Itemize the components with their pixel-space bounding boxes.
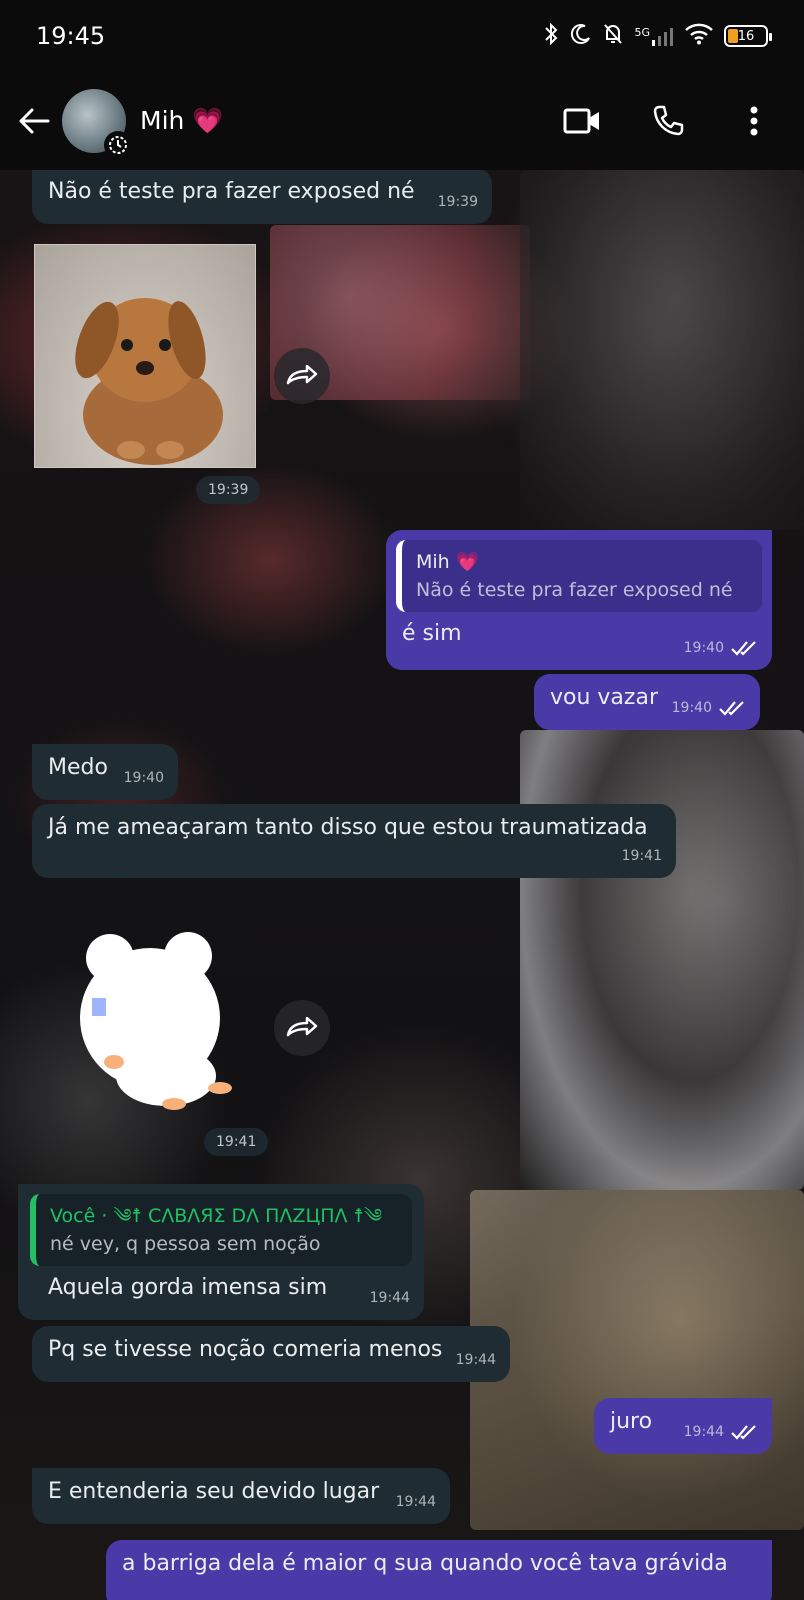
message-incoming[interactable]: Já me ameaçaram tanto disso que estou tr… — [32, 804, 676, 878]
chat-header: Mih 💗 — [0, 72, 804, 170]
message-time: 19:44 — [369, 1290, 410, 1306]
avatar[interactable] — [62, 89, 132, 159]
voice-call-icon[interactable] — [648, 101, 688, 141]
quoted-author: Você · ༄☨ CΛBΛЯΣ DΛ ПΛZЦПΛ ☨༄ — [50, 1205, 383, 1227]
message-text: Medo — [48, 755, 108, 780]
header-actions — [562, 101, 774, 141]
message-time-status: 19:40 — [684, 634, 758, 662]
quoted-author: Mih 💗 — [416, 551, 480, 573]
battery-level: 16 — [737, 28, 755, 44]
message-time: 19:44 — [395, 1494, 436, 1510]
puppy-sticker[interactable] — [34, 244, 256, 468]
message-text: Aquela gorda imensa sim — [48, 1275, 328, 1300]
message-time: 19:44 — [455, 1352, 496, 1368]
quoted-text: né vey, q pessoa sem noção — [50, 1233, 321, 1255]
status-ring-icon — [104, 131, 132, 159]
message-time: 19:40 — [123, 770, 164, 786]
message-time: 19:40 — [683, 640, 724, 656]
message-time: 19:41 — [621, 848, 662, 864]
wallpaper-player-photo-2 — [520, 730, 804, 1190]
video-call-icon[interactable] — [562, 101, 602, 141]
muted-bell-icon — [602, 22, 624, 51]
quoted-message[interactable]: Você · ༄☨ CΛBΛЯΣ DΛ ПΛZЦПΛ ☨༄ né vey, q … — [30, 1194, 412, 1266]
message-outgoing-reply[interactable]: Mih 💗 Não é teste pra fazer exposed né é… — [386, 530, 772, 670]
message-time-status: 19:40 — [672, 694, 746, 722]
message-text: Já me ameaçaram tanto disso que estou tr… — [48, 815, 648, 840]
message-outgoing[interactable]: juro 19:44 — [594, 1398, 772, 1454]
status-bar: 19:45 5G 16 — [0, 0, 804, 72]
read-ticks-icon — [719, 701, 744, 716]
sticker-time: 19:39 — [196, 476, 261, 504]
read-ticks-icon — [731, 1425, 756, 1440]
sticker-time: 19:41 — [204, 1128, 269, 1156]
message-text: E entenderia seu devido lugar — [48, 1479, 380, 1504]
back-arrow-icon[interactable] — [14, 101, 54, 141]
bluetooth-icon — [542, 22, 560, 51]
message-text: Pq se tivesse noção comeria menos — [48, 1337, 443, 1362]
wifi-icon — [684, 23, 714, 50]
status-icons: 5G 16 — [542, 22, 772, 51]
message-incoming[interactable]: E entenderia seu devido lugar 19:44 — [32, 1468, 450, 1524]
message-time: 19:44 — [683, 1424, 724, 1440]
more-options-icon[interactable] — [734, 101, 774, 141]
message-text: juro — [610, 1409, 653, 1434]
forward-icon[interactable] — [274, 348, 330, 404]
battery-icon: 16 — [724, 25, 772, 47]
message-outgoing[interactable]: vou vazar 19:40 — [534, 674, 760, 730]
message-incoming[interactable]: Não é teste pra fazer exposed né 19:39 — [32, 168, 492, 224]
quoted-message[interactable]: Mih 💗 Não é teste pra fazer exposed né — [396, 540, 762, 612]
network-type: 5G — [634, 26, 650, 39]
wallpaper-book-page — [470, 1190, 804, 1530]
message-time-status: 19:44 — [684, 1418, 758, 1446]
contact-name[interactable]: Mih 💗 — [140, 106, 223, 136]
message-text: a barriga dela é maior q sua quando você… — [122, 1551, 728, 1576]
wallpaper-player-photo — [520, 170, 804, 530]
message-text: Não é teste pra fazer exposed né — [48, 179, 415, 204]
message-text: vou vazar — [550, 685, 658, 710]
message-incoming[interactable]: Medo 19:40 — [32, 744, 178, 800]
read-ticks-icon — [731, 641, 756, 656]
message-outgoing[interactable]: a barriga dela é maior q sua quando você… — [106, 1540, 772, 1600]
bear-sticker[interactable] — [70, 928, 240, 1118]
message-text: é sim — [402, 621, 462, 646]
message-incoming-reply[interactable]: Você · ༄☨ CΛBΛЯΣ DΛ ПΛZЦПΛ ☨༄ né vey, q … — [18, 1184, 424, 1320]
do-not-disturb-moon-icon — [570, 23, 592, 50]
quoted-text: Não é teste pra fazer exposed né — [416, 579, 733, 601]
signal-icon: 5G — [634, 26, 674, 46]
message-time: 19:39 — [437, 194, 478, 210]
status-time: 19:45 — [36, 22, 106, 50]
message-incoming[interactable]: Pq se tivesse noção comeria menos 19:44 — [32, 1326, 510, 1382]
message-time: 19:40 — [671, 700, 712, 716]
forward-icon[interactable] — [274, 1000, 330, 1056]
